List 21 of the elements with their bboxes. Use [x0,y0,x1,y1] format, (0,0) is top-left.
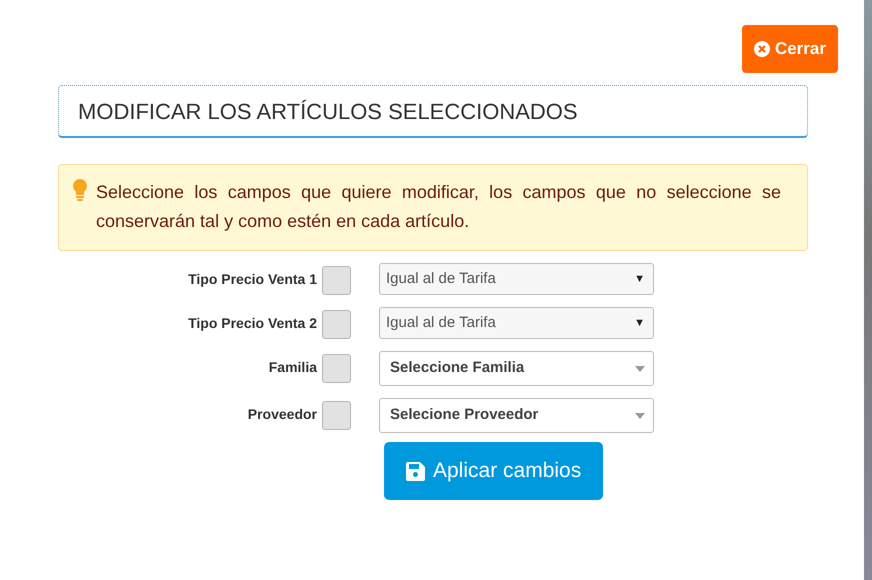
checkbox[interactable] [322,401,351,430]
checkbox[interactable] [322,266,351,295]
dialog-title: MODIFICAR LOS ARTÍCULOS SELECCIONADOS [58,85,808,138]
select-field[interactable]: Igual al de Tarifa ▼ [379,307,654,339]
lightbulb-icon [72,178,88,202]
caret-icon: ▼ [634,270,645,288]
checkbox[interactable] [322,310,351,339]
close-icon [754,41,770,57]
select-field[interactable]: Selecione Proveedor [379,398,654,433]
caret-icon [635,366,645,372]
caret-icon [635,412,645,418]
field-label: Proveedor [246,405,318,424]
field-label: Tipo Precio Venta 1 [187,270,318,289]
select-field[interactable]: Igual al de Tarifa ▼ [379,263,654,295]
save-icon [406,462,425,480]
checkbox[interactable] [322,354,351,383]
field-label: Familia [268,358,318,377]
field-label: Tipo Precio Venta 2 [187,314,318,333]
select-field[interactable]: Seleccione Familia [379,351,654,386]
notice-text: Seleccione los campos que quiere modificar, los campos que no seleccione se conservarán tal y como estén en cada artículo. [96,181,781,233]
caret-icon: ▼ [634,314,645,332]
